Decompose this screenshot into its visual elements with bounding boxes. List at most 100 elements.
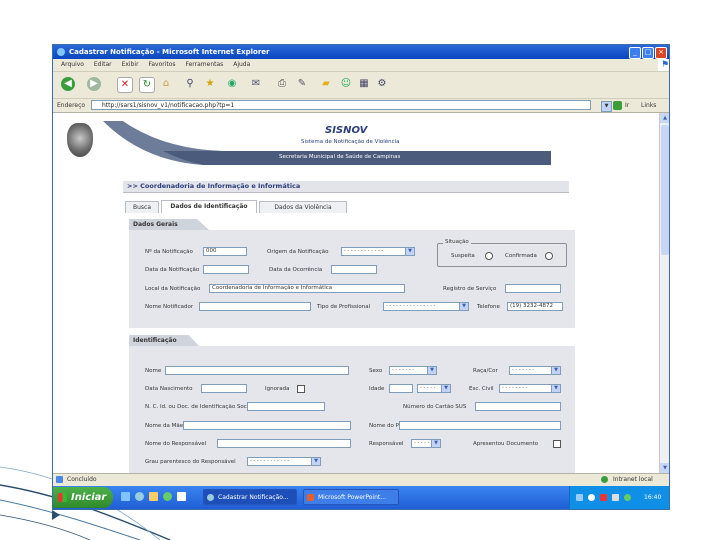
sexo-select[interactable]: - - - - - - - ▼ xyxy=(389,366,437,375)
ignorada-checkbox[interactable] xyxy=(297,385,305,393)
raca-select[interactable]: - - - - - - - ▼ xyxy=(509,366,561,375)
raca-label: Raça/Cor xyxy=(473,368,498,374)
confirmada-radio[interactable] xyxy=(545,252,553,260)
telefone-label: Telefone xyxy=(477,304,500,310)
scroll-down-icon[interactable]: ▼ xyxy=(660,463,669,473)
origem-select[interactable]: - - - - - - - - - - - - ▼ xyxy=(341,247,415,256)
start-button[interactable]: Iniciar xyxy=(53,487,113,508)
parentesco-select[interactable]: - - - - - - - - - - - - ▼ xyxy=(247,457,321,466)
data-ocorrencia-input[interactable] xyxy=(331,265,377,274)
stop-icon[interactable]: ✕ xyxy=(117,77,133,93)
vertical-scrollbar[interactable]: ▲ ▼ xyxy=(659,113,669,473)
sexo-label: Sexo xyxy=(369,368,383,374)
address-url: http://sars1/sisnov_v1/notificacao.php?t… xyxy=(102,102,235,109)
tab-dados-identificacao[interactable]: Dados de Identificação xyxy=(161,200,257,213)
task-powerpoint[interactable]: Microsoft PowerPoint... xyxy=(303,489,399,505)
print-icon[interactable]: ⎙ xyxy=(275,77,289,91)
folder-icon[interactable]: ▰ xyxy=(319,77,333,91)
n-notificacao-label: Nº da Notificação xyxy=(145,249,193,255)
quicklaunch-messenger-icon[interactable] xyxy=(163,492,172,501)
home-icon[interactable]: ⌂ xyxy=(159,77,173,91)
dados-gerais-header: Dados Gerais xyxy=(129,219,209,230)
apresentou-checkbox[interactable] xyxy=(553,440,561,448)
go-icon[interactable] xyxy=(613,101,622,110)
research-icon[interactable]: ▦ xyxy=(357,77,371,91)
header-banner: SISNOV Sistema de Notificação de Violênc… xyxy=(103,121,551,165)
clock[interactable]: 16:40 xyxy=(644,486,661,509)
nome-notificador-label: Nome Notificador xyxy=(145,304,194,310)
tipo-select[interactable]: - - - - - - - - - - - - - - - ▼ xyxy=(383,302,469,311)
cartao-sus-input[interactable] xyxy=(475,402,561,411)
tray-volume-icon[interactable] xyxy=(588,494,595,501)
suspeita-radio[interactable] xyxy=(485,252,493,260)
telefone-value: (19) 3232-4872 xyxy=(510,303,554,309)
origem-value: - - - - - - - - - - - - xyxy=(344,248,384,254)
back-icon[interactable]: ◀ xyxy=(61,77,75,91)
menu-arquivo[interactable]: Arquivo xyxy=(61,61,84,68)
start-label: Iniciar xyxy=(71,492,107,503)
nome-notificador-input[interactable] xyxy=(199,302,311,311)
close-button[interactable]: × xyxy=(655,47,667,59)
chevron-down-icon: ▼ xyxy=(405,248,414,255)
mae-input[interactable] xyxy=(183,421,351,430)
links-button[interactable]: Links xyxy=(641,99,656,112)
forward-icon[interactable]: ▶ xyxy=(87,77,101,91)
confirmada-label: Confirmada xyxy=(505,253,537,259)
taskbar: Iniciar Cadastrar Notificação... Microso… xyxy=(53,486,669,509)
toolbar: ◀ ▶ ✕ ↻ ⌂ ⚲ ★ ◉ ✉ ⎙ ✎ ▰ ☺ ▦ ⚙ xyxy=(53,72,669,99)
telefone-input[interactable]: (19) 3232-4872 xyxy=(507,302,563,311)
pai-input[interactable] xyxy=(399,421,561,430)
edit-icon[interactable]: ✎ xyxy=(295,77,309,91)
mail-icon[interactable]: ✉ xyxy=(249,77,263,91)
favorites-icon[interactable]: ★ xyxy=(203,77,217,91)
nome-input[interactable] xyxy=(165,366,349,375)
idade-unit-select[interactable]: - - - - - ▼ xyxy=(417,384,451,393)
menu-ferramentas[interactable]: Ferramentas xyxy=(185,61,223,68)
tray-messenger-icon[interactable] xyxy=(624,494,631,501)
history-icon[interactable]: ◉ xyxy=(225,77,239,91)
scroll-thumb[interactable] xyxy=(661,125,669,255)
quicklaunch-outlook-icon[interactable] xyxy=(177,492,186,501)
menu-exibir[interactable]: Exibir xyxy=(122,61,139,68)
address-input[interactable]: http://sars1/sisnov_v1/notificacao.php?t… xyxy=(91,100,591,110)
responsavel-input[interactable] xyxy=(217,439,351,448)
status-bar: Concluído Intranet local xyxy=(53,473,669,485)
doc-label: N. C. Id. ou Doc. de Identificação Socia… xyxy=(145,404,254,410)
go-button[interactable]: Ir xyxy=(625,99,629,112)
windows-logo-icon: ⚑ xyxy=(658,59,669,71)
task-cadastrar[interactable]: Cadastrar Notificação... xyxy=(203,489,297,505)
minimize-button[interactable]: _ xyxy=(629,47,641,59)
scroll-up-icon[interactable]: ▲ xyxy=(660,113,669,123)
tools-icon[interactable]: ⚙ xyxy=(375,77,389,91)
doc-input[interactable] xyxy=(247,402,325,411)
suspeita-label: Suspeita xyxy=(451,253,475,259)
n-notificacao-input[interactable]: 000 xyxy=(203,247,247,256)
tray-printer-icon[interactable] xyxy=(612,494,619,501)
origem-label: Origem da Notificação xyxy=(267,249,329,255)
address-dropdown-icon[interactable]: ▼ xyxy=(601,101,612,112)
quicklaunch-desktop-icon[interactable] xyxy=(121,492,130,501)
menu-ajuda[interactable]: Ajuda xyxy=(233,61,250,68)
app-name: SISNOV xyxy=(325,125,368,136)
nascimento-input[interactable] xyxy=(201,384,247,393)
tray-security-icon[interactable] xyxy=(600,494,607,501)
idade-input[interactable] xyxy=(389,384,413,393)
search-icon[interactable]: ⚲ xyxy=(183,77,197,91)
tray-network-icon[interactable] xyxy=(576,494,583,501)
messenger-icon[interactable]: ☺ xyxy=(339,77,353,91)
intranet-icon xyxy=(601,476,608,483)
mae-label: Nome da Mãe xyxy=(145,423,184,429)
quicklaunch-media-icon[interactable] xyxy=(149,492,158,501)
menu-favoritos[interactable]: Favoritos xyxy=(148,61,175,68)
local-input[interactable]: Coordenadoria de Informação e Informátic… xyxy=(209,284,405,293)
escolaridade-select[interactable]: - - - - - - - - ▼ xyxy=(499,384,561,393)
menu-editar[interactable]: Editar xyxy=(94,61,112,68)
maximize-button[interactable]: □ xyxy=(642,47,654,59)
refresh-icon[interactable]: ↻ xyxy=(139,77,155,93)
registro-input[interactable] xyxy=(505,284,561,293)
tab-busca[interactable]: Busca xyxy=(125,201,159,213)
quicklaunch-ie-icon[interactable] xyxy=(135,492,144,501)
responsavel-parent-select[interactable]: - - - - - ▼ xyxy=(411,439,441,448)
tab-dados-violencia[interactable]: Dados da Violência xyxy=(259,201,347,213)
data-notificacao-input[interactable] xyxy=(203,265,249,274)
